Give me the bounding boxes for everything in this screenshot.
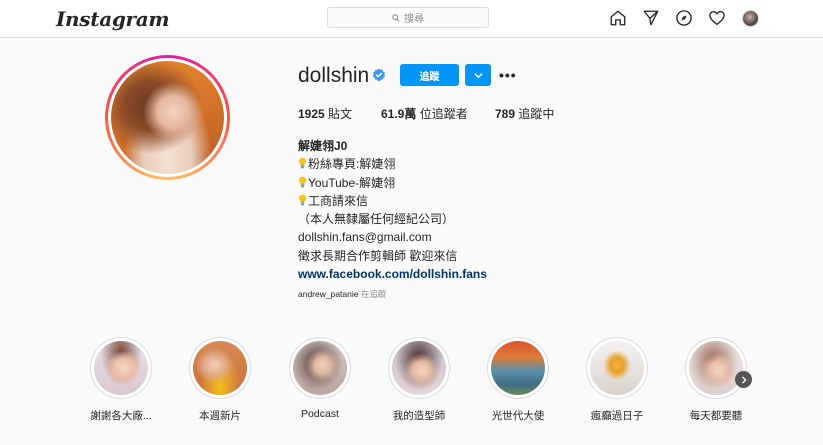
following-count: 789	[495, 107, 516, 121]
instagram-logo[interactable]: Instagram	[56, 7, 170, 31]
search-placeholder: 搜尋	[404, 14, 424, 25]
activity-heart-icon[interactable]	[706, 7, 728, 29]
more-options-icon[interactable]: •••	[499, 67, 517, 83]
profile-picture-story-ring[interactable]	[105, 55, 230, 180]
suggested-accounts-button[interactable]	[465, 64, 491, 86]
followers-label: 位追蹤者	[419, 107, 468, 121]
highlight-cover	[193, 341, 247, 395]
bio-line: 工商請來信	[298, 192, 487, 210]
followed-by-user-link[interactable]: andrew_patanie	[298, 289, 359, 299]
highlight-item[interactable]: 本週新片	[188, 337, 252, 422]
bio-line: 粉絲專頁:解婕翎	[298, 155, 487, 173]
profile-picture	[111, 61, 224, 174]
following-label: 追蹤中	[518, 107, 555, 121]
highlight-item[interactable]: 每天都要聽	[684, 337, 748, 422]
posts-stat: 1925 貼文	[298, 105, 352, 122]
bio-line: （本人無隸屬任何經紀公司）	[298, 212, 455, 227]
highlight-label: 謝謝各大廠...	[90, 410, 152, 422]
highlight-cover	[392, 341, 446, 395]
highlights-next-button[interactable]	[735, 371, 752, 388]
highlight-cover	[491, 341, 545, 395]
profile-bio: 解婕翎J0 粉絲專頁:解婕翎 YouTube-解婕翎 工商請來信 （本人無隸屬任…	[298, 137, 487, 283]
bio-line: YouTube-解婕翎	[298, 174, 487, 192]
highlight-label: 本週新片	[199, 410, 241, 422]
follow-button[interactable]: 追蹤	[400, 64, 459, 86]
search-icon	[392, 13, 400, 22]
profile-username: dollshin	[298, 64, 370, 87]
highlight-label: Podcast	[301, 408, 339, 420]
highlight-item[interactable]: 我的造型師	[387, 337, 451, 422]
posts-label: 貼文	[328, 107, 353, 121]
chevron-right-icon	[741, 376, 746, 383]
highlight-label: 每天都要聽	[689, 410, 743, 422]
highlight-item[interactable]: 瘋癲過日子	[585, 337, 649, 422]
highlight-item[interactable]: 光世代大使	[486, 337, 550, 422]
avatar	[741, 9, 759, 27]
highlight-label: 我的造型師	[392, 410, 446, 422]
lightbulb-icon	[298, 194, 307, 206]
chevron-down-icon	[474, 72, 482, 78]
highlight-cover	[293, 341, 347, 395]
bio-full-name: 解婕翎J0	[298, 139, 348, 153]
bio-line: 徵求長期合作剪輯師 歡迎來信	[298, 248, 458, 263]
highlight-cover	[94, 341, 148, 395]
highlight-label: 瘋癲過日子	[590, 410, 644, 422]
followed-by: andrew_patanie 在追蹤	[298, 288, 386, 300]
home-icon[interactable]	[607, 7, 629, 29]
followed-by-suffix: 在追蹤	[360, 289, 387, 299]
search-input[interactable]: 搜尋	[327, 7, 489, 28]
highlight-cover	[590, 341, 644, 395]
bio-website-link[interactable]: www.facebook.com/dollshin.fans	[298, 265, 487, 283]
followers-count: 61.9萬	[381, 107, 417, 121]
profile-avatar[interactable]	[739, 7, 761, 29]
explore-icon[interactable]	[673, 7, 695, 29]
direct-icon[interactable]	[640, 7, 662, 29]
highlight-label: 光世代大使	[491, 410, 545, 422]
highlight-cover	[689, 341, 743, 395]
posts-count: 1925	[298, 107, 325, 121]
followers-stat[interactable]: 61.9萬 位追蹤者	[381, 105, 468, 122]
highlight-item[interactable]: Podcast	[288, 337, 352, 420]
lightbulb-icon	[298, 157, 307, 169]
following-stat[interactable]: 789 追蹤中	[495, 105, 554, 122]
top-nav-bar: Instagram 搜尋	[0, 0, 823, 38]
lightbulb-icon	[298, 176, 307, 187]
bio-email: dollshin.fans@gmail.com	[298, 230, 432, 245]
verified-badge-icon	[372, 68, 386, 82]
highlight-item[interactable]: 謝謝各大廠...	[89, 337, 153, 422]
